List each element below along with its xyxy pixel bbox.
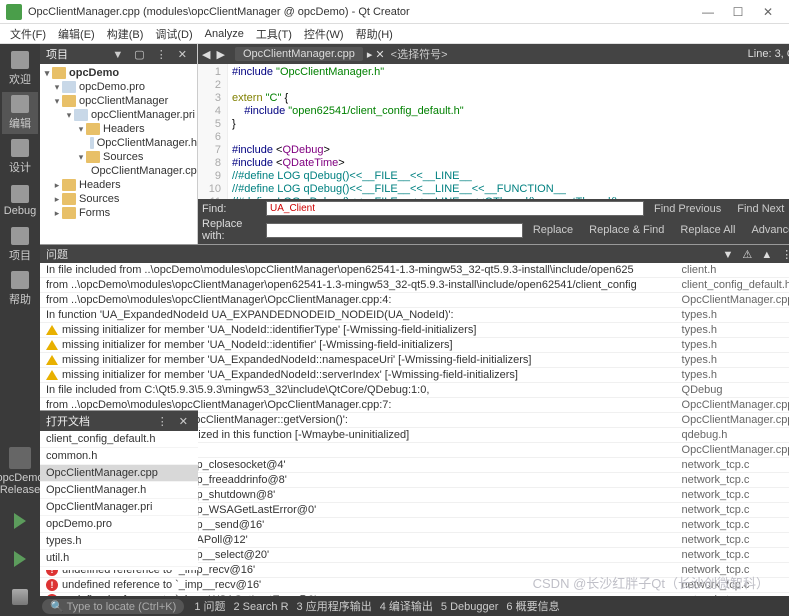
maximize-button[interactable]: ☐	[723, 5, 753, 19]
hammer-icon	[12, 589, 28, 605]
output-tab[interactable]: 4 编译输出	[376, 601, 437, 613]
mode-item[interactable]: 编辑	[2, 92, 38, 134]
window-title: OpcClientManager.cpp (modules\opcClientM…	[28, 6, 693, 18]
find-replace-bar: Find: Find Previous Find Next ✕ Replace …	[198, 199, 789, 244]
issue-row[interactable]: In function 'UA_ExpandedNodeId UA_EXPAND…	[40, 308, 789, 323]
menu-item[interactable]: 构建(B)	[101, 26, 150, 42]
issue-row[interactable]: from ..\opcDemo\modules\opcClientManager…	[40, 278, 789, 293]
open-documents-pane: 打开文档 ⋮ ✕ client_config_default.hcommon.h…	[40, 410, 198, 570]
tree-node[interactable]: OpcClientManager.cpp	[40, 164, 197, 178]
menu-item[interactable]: 控件(W)	[298, 26, 350, 42]
replace-input[interactable]	[266, 223, 523, 238]
issue-row[interactable]: missing initializer for member 'UA_NodeI…	[40, 323, 789, 338]
mode-item[interactable]: Debug	[2, 180, 38, 222]
issue-row[interactable]: In file included from C:\Qt5.9.3\5.9.3\m…	[40, 383, 789, 398]
nav-fwd-icon[interactable]: ▶	[216, 48, 224, 61]
issue-row[interactable]: In file included from ..\opcDemo\modules…	[40, 263, 789, 278]
open-doc-item[interactable]: types.h	[40, 533, 198, 550]
editor-document-tab[interactable]: OpcClientManager.cpp	[235, 47, 363, 61]
menu-item[interactable]: 编辑(E)	[52, 26, 101, 42]
tree-node[interactable]: OpcClientManager.h	[40, 136, 197, 150]
warning-icon	[46, 355, 58, 365]
build-button[interactable]	[7, 584, 33, 610]
editor-toolbar: ◀ ▶ OpcClientManager.cpp ▸ ✕ <选择符号> Line…	[198, 44, 789, 64]
replace-find-button[interactable]: Replace & Find	[583, 224, 670, 236]
minimize-button[interactable]: —	[693, 5, 723, 19]
menu-item[interactable]: 帮助(H)	[350, 26, 399, 42]
app-icon	[6, 4, 22, 20]
locator-input[interactable]: 🔍 Type to locate (Ctrl+K)	[42, 599, 184, 614]
mode-item[interactable]: 欢迎	[2, 48, 38, 90]
tree-node[interactable]: ▾Sources	[40, 150, 197, 164]
debug-icon	[14, 551, 26, 567]
menu-bar[interactable]: 文件(F)编辑(E)构建(B)调试(D)Analyze工具(T)控件(W)帮助(…	[0, 24, 789, 44]
issue-row[interactable]: missing initializer for member 'UA_Expan…	[40, 368, 789, 383]
output-tab[interactable]: 6 概要信息	[502, 601, 563, 613]
close-button[interactable]: ✕	[753, 5, 783, 19]
find-previous-button[interactable]: Find Previous	[648, 203, 727, 215]
open-doc-item[interactable]: opcDemo.pro	[40, 516, 198, 533]
tree-node[interactable]: ▸Sources	[40, 192, 197, 206]
project-tree[interactable]: ▾opcDemo▾opcDemo.pro▾opcClientManager▾op…	[40, 64, 197, 244]
mode-bar: 欢迎编辑设计Debug项目帮助 opcDemoRelease	[0, 44, 40, 616]
mode-item[interactable]: 项目	[2, 224, 38, 266]
tree-node[interactable]: ▾Headers	[40, 122, 197, 136]
tree-node[interactable]: ▾opcDemo.pro	[40, 80, 197, 94]
output-tab[interactable]: 2 Search R	[230, 601, 293, 613]
debug-button[interactable]	[7, 546, 33, 572]
run-button[interactable]	[7, 508, 33, 534]
play-icon	[14, 513, 26, 529]
project-pane-header: 项目 ▼ ▢ ⋮ ✕	[40, 44, 197, 64]
output-tab[interactable]: 3 应用程序输出	[293, 601, 376, 613]
warning-icon	[46, 325, 58, 335]
open-doc-item[interactable]: common.h	[40, 448, 198, 465]
line-gutter: 12345678910111213141516	[198, 64, 228, 199]
tree-node[interactable]: ▾opcClientManager.pri	[40, 108, 197, 122]
menu-item[interactable]: 调试(D)	[149, 26, 198, 42]
pane-tools[interactable]: ▼ ▢ ⋮ ✕	[112, 48, 191, 61]
replace-button[interactable]: Replace	[527, 224, 579, 236]
mode-item[interactable]: 帮助	[2, 268, 38, 310]
find-input[interactable]	[266, 201, 644, 216]
open-doc-item[interactable]: util.h	[40, 550, 198, 567]
tree-node[interactable]: ▾opcDemo	[40, 66, 197, 80]
menu-item[interactable]: 工具(T)	[250, 26, 298, 42]
open-docs-list[interactable]: client_config_default.hcommon.hOpcClient…	[40, 431, 198, 570]
error-icon: !	[46, 579, 58, 591]
replace-all-button[interactable]: Replace All	[674, 224, 741, 236]
issue-row[interactable]: from ..\opcDemo\modules\opcClientManager…	[40, 293, 789, 308]
locator-bar: 🔍 Type to locate (Ctrl+K) 1 问题2 Search R…	[40, 596, 789, 616]
open-docs-header: 打开文档 ⋮ ✕	[40, 411, 198, 431]
menu-item[interactable]: Analyze	[199, 28, 250, 40]
issue-row[interactable]: !undefined reference to `_imp__recv@16'n…	[40, 578, 789, 593]
output-tab[interactable]: 5 Debugger	[437, 601, 503, 613]
menu-item[interactable]: 文件(F)	[4, 26, 52, 42]
window-titlebar: OpcClientManager.cpp (modules\opcClientM…	[0, 0, 789, 24]
tree-node[interactable]: ▸Forms	[40, 206, 197, 220]
open-doc-item[interactable]: OpcClientManager.h	[40, 482, 198, 499]
mode-item[interactable]: 设计	[2, 136, 38, 178]
open-doc-item[interactable]: OpcClientManager.cpp	[40, 465, 198, 482]
code-editor[interactable]: 12345678910111213141516 #include "OpcCli…	[198, 64, 789, 199]
output-tab[interactable]: 1 问题	[190, 601, 229, 613]
open-doc-item[interactable]: OpcClientManager.pri	[40, 499, 198, 516]
issues-header: 问题 ▼ ⚠ ▲ ⋮ ✕	[40, 245, 789, 263]
project-pane: 项目 ▼ ▢ ⋮ ✕ ▾opcDemo▾opcDemo.pro▾opcClien…	[40, 44, 198, 244]
nav-back-icon[interactable]: ◀	[202, 48, 210, 61]
editor-pane: ◀ ▶ OpcClientManager.cpp ▸ ✕ <选择符号> Line…	[198, 44, 789, 244]
cursor-position: Line: 3, Col: 1	[748, 48, 789, 60]
issue-row[interactable]: missing initializer for member 'UA_NodeI…	[40, 338, 789, 353]
symbol-crumb[interactable]: <选择符号>	[391, 46, 448, 62]
open-doc-item[interactable]: client_config_default.h	[40, 431, 198, 448]
advanced-button[interactable]: Advanced...	[745, 224, 789, 236]
issue-row[interactable]: missing initializer for member 'UA_Expan…	[40, 353, 789, 368]
warning-icon	[46, 370, 58, 380]
tree-node[interactable]: ▾opcClientManager	[40, 94, 197, 108]
find-next-button[interactable]: Find Next	[731, 203, 789, 215]
warning-icon	[46, 340, 58, 350]
kit-selector[interactable]: opcDemoRelease	[0, 441, 44, 502]
tree-node[interactable]: ▸Headers	[40, 178, 197, 192]
